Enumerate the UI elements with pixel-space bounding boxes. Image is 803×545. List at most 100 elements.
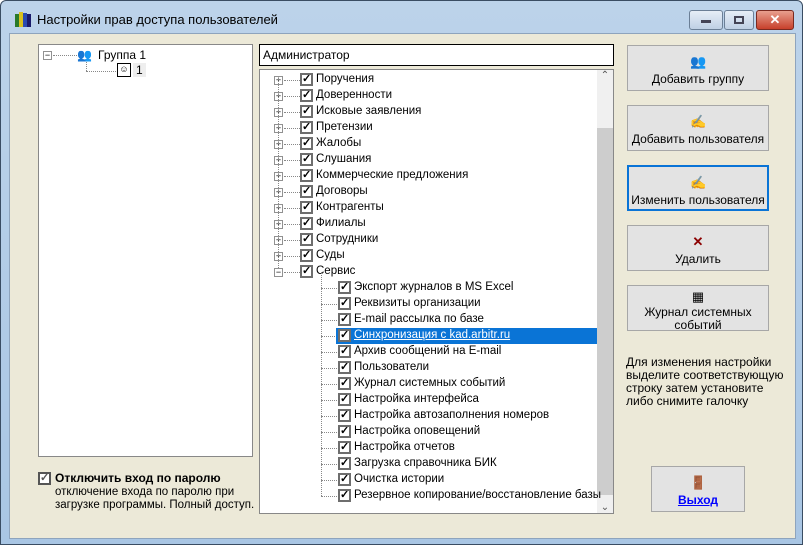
tree-group[interactable]: Группа 1	[98, 48, 146, 62]
permission-item[interactable]: Поручения	[316, 73, 374, 85]
permission-checkbox[interactable]: ✓	[338, 473, 351, 486]
permission-checkbox[interactable]: ✓	[338, 393, 351, 406]
permission-checkbox[interactable]: ✓	[338, 345, 351, 358]
permission-subitem[interactable]: E-mail рассылка по базе	[354, 313, 484, 325]
permission-item[interactable]: Договоры	[316, 185, 368, 197]
permission-checkbox[interactable]: ✓	[300, 121, 313, 134]
permission-checkbox[interactable]: ✓	[300, 249, 313, 262]
add-user-button[interactable]: ✍ Добавить пользователя	[627, 105, 769, 151]
permission-checkbox[interactable]: ✓	[338, 425, 351, 438]
maximize-icon	[734, 16, 744, 24]
disable-password-checkbox[interactable]: ✓	[38, 472, 51, 485]
permission-item[interactable]: Исковые заявления	[316, 105, 421, 117]
permission-item[interactable]: Филиалы	[316, 217, 366, 229]
scrollbar-thumb[interactable]	[597, 128, 613, 495]
permissions-tree[interactable]: ⌃ ⌄ + ✓ Поручения + ✓ Доверенности + ✓ Исковые з…	[259, 69, 614, 514]
edit-user-icon: ✍	[690, 175, 707, 190]
maximize-button[interactable]	[724, 10, 754, 30]
permission-subitem[interactable]: Экспорт журналов в MS Excel	[354, 281, 513, 293]
permission-subitem[interactable]: Синхронизация с kad.arbitr.ru	[354, 329, 511, 341]
group-icon: 👥	[77, 48, 92, 62]
permission-checkbox[interactable]: ✓	[300, 265, 313, 278]
permission-checkbox[interactable]: ✓	[300, 89, 313, 102]
disable-password-desc-1: отключение входа по паролю при	[55, 486, 235, 498]
add-user-label: Добавить пользователя	[631, 132, 765, 146]
minimize-icon	[701, 20, 711, 23]
permission-subitem[interactable]: Загрузка справочника БИК	[354, 457, 497, 469]
edit-user-label: Изменить пользователя	[631, 193, 765, 207]
permission-checkbox[interactable]: ✓	[338, 441, 351, 454]
scroll-up-icon[interactable]: ⌃	[597, 70, 613, 86]
permission-checkbox[interactable]: ✓	[300, 73, 313, 86]
permission-subitem[interactable]: Пользователи	[354, 361, 429, 373]
permission-checkbox[interactable]: ✓	[338, 313, 351, 326]
delete-button[interactable]: ✕ Удалить	[627, 225, 769, 271]
permission-subitem[interactable]: Очистка истории	[354, 473, 444, 485]
permission-checkbox[interactable]: ✓	[300, 201, 313, 214]
permission-checkbox[interactable]: ✓	[300, 233, 313, 246]
permission-checkbox[interactable]: ✓	[300, 153, 313, 166]
table-icon: ▦	[691, 289, 705, 304]
permission-checkbox[interactable]: ✓	[338, 329, 351, 342]
permission-checkbox[interactable]: ✓	[300, 169, 313, 182]
permission-checkbox[interactable]: ✓	[338, 281, 351, 294]
permission-checkbox[interactable]: ✓	[300, 105, 313, 118]
minimize-button[interactable]	[689, 10, 723, 30]
groups-tree[interactable]: − 👥 Группа 1 ☺ 1	[38, 44, 253, 457]
permission-item[interactable]: Доверенности	[316, 89, 392, 101]
collapse-icon[interactable]: −	[43, 51, 52, 60]
permission-subitem[interactable]: Журнал системных событий	[354, 377, 505, 389]
exit-label: Выход	[677, 493, 719, 507]
edit-user-button[interactable]: ✍ Изменить пользователя	[627, 165, 769, 211]
app-books-icon	[15, 12, 31, 27]
delete-label: Удалить	[675, 252, 721, 266]
permission-checkbox[interactable]: ✓	[300, 185, 313, 198]
permission-subitem[interactable]: Реквизиты организации	[354, 297, 481, 309]
permission-subitem[interactable]: Настройка отчетов	[354, 441, 455, 453]
system-log-label-2: событий	[674, 318, 722, 332]
permission-item[interactable]: Сотрудники	[316, 233, 378, 245]
permission-subitem[interactable]: Архив сообщений на E-mail	[354, 345, 501, 357]
tree-user[interactable]: 1	[133, 63, 146, 77]
permission-checkbox[interactable]: ✓	[300, 137, 313, 150]
permission-checkbox[interactable]: ✓	[338, 361, 351, 374]
close-button[interactable]: ✕	[756, 10, 794, 30]
permission-subitem[interactable]: Настройка оповещений	[354, 425, 480, 437]
system-log-label-1: Журнал системных	[644, 305, 752, 319]
close-icon: ✕	[769, 12, 781, 27]
user-name-field[interactable]: Администратор	[259, 44, 614, 66]
permission-checkbox[interactable]: ✓	[338, 297, 351, 310]
permission-item[interactable]: Слушания	[316, 153, 371, 165]
user-name-value: Администратор	[263, 48, 350, 62]
permission-checkbox[interactable]: ✓	[338, 409, 351, 422]
collapse-icon[interactable]: −	[274, 268, 283, 277]
permission-item[interactable]: Коммерческие предложения	[316, 169, 468, 181]
permission-item[interactable]: Контрагенты	[316, 201, 384, 213]
scrollbar[interactable]: ⌃ ⌄	[597, 70, 613, 513]
permission-subitem[interactable]: Настройка интерфейса	[354, 393, 479, 405]
permission-item[interactable]: Суды	[316, 249, 345, 261]
window: Настройки прав доступа пользователей ✕ −…	[0, 0, 803, 545]
scroll-down-icon[interactable]: ⌄	[597, 502, 613, 513]
add-user-icon: ✍	[690, 114, 707, 129]
add-group-label: Добавить группу	[651, 72, 745, 86]
permission-subitem[interactable]: Резервное копирование/восстановление баз…	[354, 489, 601, 501]
delete-x-icon: ✕	[692, 234, 704, 249]
permission-subitem[interactable]: Настройка автозаполнения номеров	[354, 409, 549, 421]
add-group-icon: 👥	[690, 54, 707, 69]
user-icon: ☺	[117, 63, 131, 77]
add-group-button[interactable]: 👥 Добавить группу	[627, 45, 769, 91]
permission-checkbox[interactable]: ✓	[338, 457, 351, 470]
permission-item[interactable]: Жалобы	[316, 137, 361, 149]
disable-password-desc-2: загрузке программы. Полный доступ.	[55, 499, 255, 511]
disable-password-label[interactable]: Отключить вход по паролю	[55, 471, 221, 485]
help-text: Для изменения настройки выделите соответс…	[626, 355, 784, 408]
client-area: − 👥 Группа 1 ☺ 1 Администратор ⌃ ⌄ + ✓ Пор…	[9, 33, 796, 539]
window-title: Настройки прав доступа пользователей	[37, 12, 278, 27]
permission-checkbox[interactable]: ✓	[338, 489, 351, 502]
system-log-button[interactable]: ▦ Журнал системных событий	[627, 285, 769, 332]
exit-button[interactable]: 🚪 Выход	[651, 466, 745, 512]
permission-checkbox[interactable]: ✓	[338, 377, 351, 390]
permission-item[interactable]: Претензии	[316, 121, 373, 133]
permission-checkbox[interactable]: ✓	[300, 217, 313, 230]
